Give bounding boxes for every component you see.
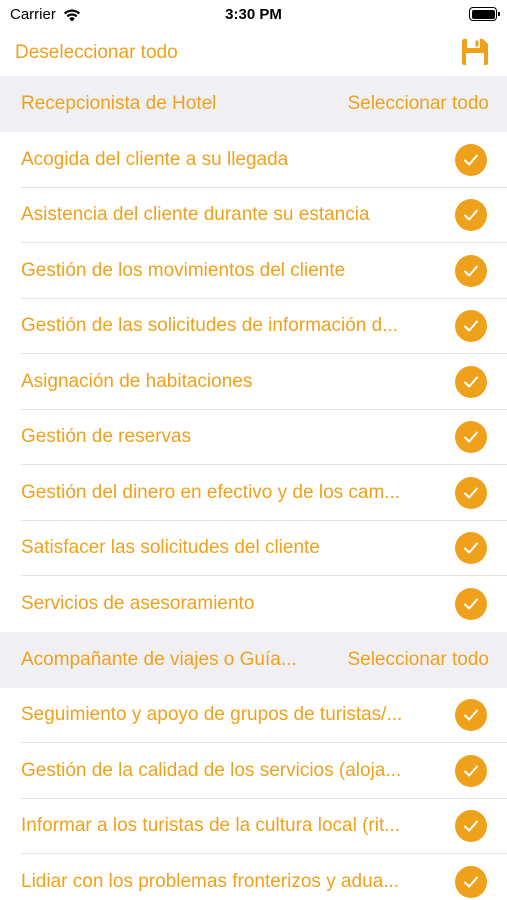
list-item-label: Asistencia del cliente durante su estanc… — [21, 204, 370, 226]
checkmark-icon[interactable] — [455, 310, 487, 343]
checklist: Recepcionista de Hotel Seleccionar todo … — [0, 76, 507, 900]
list-item-label: Asignación de habitaciones — [21, 370, 253, 392]
section-header-acompanante: Acompañante de viajes o Guía... Seleccio… — [0, 631, 507, 688]
section-header-recepcionista: Recepcionista de Hotel Seleccionar todo — [0, 76, 507, 132]
checkmark-icon[interactable] — [455, 254, 487, 287]
status-bar: Carrier 3:30 PM — [0, 0, 507, 30]
list-item-label: Seguimiento y apoyo de grupos de turista… — [21, 704, 403, 726]
select-all-button[interactable]: Seleccionar todo — [347, 93, 489, 115]
status-time: 3:30 PM — [225, 6, 282, 23]
list-item[interactable]: Asistencia del cliente durante su estanc… — [0, 188, 507, 244]
list-item[interactable]: Gestión de la calidad de los servicios (… — [0, 743, 507, 799]
battery-icon — [469, 7, 500, 21]
list-item-label: Informar a los turistas de la cultura lo… — [21, 815, 401, 837]
checkmark-icon[interactable] — [455, 865, 487, 898]
select-all-button[interactable]: Seleccionar todo — [347, 649, 489, 671]
list-item-label: Gestión de reservas — [21, 426, 192, 448]
checkmark-icon[interactable] — [455, 421, 487, 454]
section-title: Acompañante de viajes o Guía... — [21, 648, 297, 670]
list-item[interactable]: Satisfacer las solicitudes del cliente — [0, 521, 507, 577]
checkmark-icon[interactable] — [455, 476, 487, 509]
list-item-label: Gestión de las solicitudes de informació… — [21, 315, 399, 337]
list-item[interactable]: Gestión del dinero en efectivo y de los … — [0, 465, 507, 521]
deselect-all-button[interactable]: Deseleccionar todo — [15, 42, 178, 64]
list-item[interactable]: Acogida del cliente a su llegada — [0, 132, 507, 188]
list-item[interactable]: Servicios de asesoramiento — [0, 576, 507, 632]
checkmark-icon[interactable] — [455, 699, 487, 732]
list-item[interactable]: Informar a los turistas de la cultura lo… — [0, 799, 507, 855]
list-item-label: Gestión del dinero en efectivo y de los … — [21, 481, 401, 503]
navigation-bar: Deseleccionar todo — [0, 30, 507, 76]
list-item-label: Acogida del cliente a su llegada — [21, 148, 289, 170]
list-item-label: Servicios de asesoramiento — [21, 592, 255, 614]
checkmark-icon[interactable] — [455, 587, 487, 620]
list-item[interactable]: Lidiar con los problemas fronterizos y a… — [0, 854, 507, 900]
list-item[interactable]: Asignación de habitaciones — [0, 354, 507, 410]
list-item[interactable]: Gestión de los movimientos del cliente — [0, 243, 507, 299]
checkmark-icon[interactable] — [455, 754, 487, 787]
checkmark-icon[interactable] — [455, 532, 487, 565]
list-item-label: Gestión de los movimientos del cliente — [21, 259, 346, 281]
checkmark-icon[interactable] — [455, 143, 487, 176]
checkmark-icon[interactable] — [455, 199, 487, 232]
section-title: Recepcionista de Hotel — [21, 93, 217, 114]
floppy-disk-icon[interactable] — [459, 36, 491, 68]
list-item-label: Satisfacer las solicitudes del cliente — [21, 537, 320, 559]
checkmark-icon[interactable] — [455, 365, 487, 398]
list-item[interactable]: Gestión de reservas — [0, 410, 507, 466]
list-item-label: Lidiar con los problemas fronterizos y a… — [21, 870, 400, 892]
checkmark-icon[interactable] — [455, 810, 487, 843]
list-item-label: Gestión de la calidad de los servicios (… — [21, 759, 402, 781]
list-item[interactable]: Seguimiento y apoyo de grupos de turista… — [0, 688, 507, 744]
list-item[interactable]: Gestión de las solicitudes de informació… — [0, 299, 507, 355]
